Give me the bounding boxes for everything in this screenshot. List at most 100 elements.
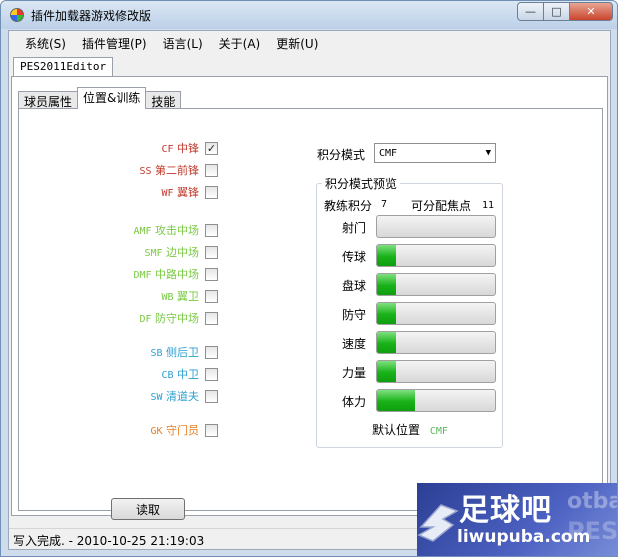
menu-about[interactable]: 关于(A): [211, 33, 269, 54]
position-checkbox-wb[interactable]: [205, 289, 218, 303]
position-abbr: DMF: [133, 270, 152, 281]
position-label: SS 第二前锋: [139, 162, 199, 178]
attribute-label: 盘球: [341, 279, 366, 293]
position-label: SW 清道夫: [150, 388, 199, 404]
tab-skills[interactable]: 技能: [145, 91, 182, 109]
menu-system[interactable]: 系统(S): [17, 33, 74, 54]
position-label: SMF 边中场: [144, 244, 199, 260]
position-row-df: DF 防守中场: [58, 310, 218, 326]
status-text: 写入完成. - 2010-10-25 21:19:03: [13, 534, 205, 548]
position-checkbox-sw[interactable]: [205, 389, 218, 403]
position-checkbox-gk[interactable]: [205, 423, 218, 437]
menu-bar: 系统(S) 插件管理(P) 语言(L) 关于(A) 更新(U): [9, 31, 610, 55]
close-button[interactable]: ✕: [569, 2, 613, 21]
position-row-smf: SMF 边中场: [58, 244, 218, 260]
position-checkbox-sb[interactable]: [205, 345, 218, 359]
attribute-progress-fill: [377, 361, 396, 382]
position-checkbox-dmf[interactable]: [205, 267, 218, 281]
tab-position-training[interactable]: 位置&训练: [77, 87, 147, 109]
position-label: GK 守门员: [150, 422, 199, 438]
default-position-value: CMF: [429, 426, 448, 437]
score-mode-label: 积分模式: [317, 148, 366, 162]
attribute-progress-bar: [376, 389, 496, 412]
position-row-cb: CB 中卫: [58, 366, 218, 382]
position-abbr: CB: [161, 370, 174, 381]
position-name: 边中场: [166, 246, 199, 259]
position-label: DF 防守中场: [139, 310, 199, 326]
position-checkbox-df[interactable]: [205, 311, 218, 325]
client-area: 系统(S) 插件管理(P) 语言(L) 关于(A) 更新(U) PES2011E…: [8, 30, 611, 550]
position-row-wb: WB 翼卫: [58, 288, 218, 304]
position-label: CF 中锋: [161, 140, 199, 156]
position-name: 防守中场: [155, 312, 199, 325]
default-position-label: 默认位置: [372, 423, 421, 437]
tab-player-attributes[interactable]: 球员属性: [18, 91, 79, 109]
menu-update[interactable]: 更新(U): [268, 33, 326, 54]
attribute-progress-fill: [377, 245, 396, 266]
tab-pes2011editor[interactable]: PES2011Editor: [13, 57, 114, 77]
position-name: 第二前锋: [155, 164, 199, 177]
attribute-progress-bar: [376, 215, 496, 238]
position-abbr: DF: [139, 314, 152, 325]
allocatable-label: 可分配焦点: [411, 199, 472, 213]
attribute-progress-bar: [376, 302, 496, 325]
position-checkbox-amf[interactable]: [205, 223, 218, 237]
position-name: 侧后卫: [166, 346, 199, 359]
position-checkbox-smf[interactable]: [205, 245, 218, 259]
position-checkbox-cb[interactable]: [205, 367, 218, 381]
position-row-wf: WF 翼锋: [58, 184, 218, 200]
position-abbr: SS: [139, 166, 152, 177]
position-row-amf: AMF 攻击中场: [58, 222, 218, 238]
attribute-progress-fill: [377, 390, 415, 411]
position-abbr: GK: [150, 426, 163, 437]
editor-panel: 球员属性 位置&训练 技能 CF 中锋 ✓ SS 第二前锋 WF 翼锋 AMF 攻击中场…: [11, 76, 608, 516]
position-name: 翼卫: [177, 290, 199, 303]
position-checkbox-cf[interactable]: ✓: [205, 141, 218, 155]
minimize-icon: —: [525, 5, 536, 18]
position-abbr: SW: [150, 392, 163, 403]
attribute-progress-bar: [376, 244, 496, 267]
position-label: AMF 攻击中场: [133, 222, 199, 238]
position-training-panel: CF 中锋 ✓ SS 第二前锋 WF 翼锋 AMF 攻击中场 SMF 边中场 DMF 中路中…: [18, 108, 603, 511]
attribute-label: 射门: [341, 221, 366, 235]
watermark-ghost-top: otba: [567, 489, 618, 514]
attribute-label: 力量: [341, 366, 366, 380]
attribute-label: 速度: [341, 337, 366, 351]
chevron-down-icon: ▼: [485, 148, 491, 158]
position-name: 攻击中场: [155, 224, 199, 237]
attribute-label: 防守: [341, 308, 366, 322]
menu-language[interactable]: 语言(L): [155, 33, 211, 54]
position-row-gk: GK 守门员: [58, 422, 218, 438]
position-name: 守门员: [166, 424, 199, 437]
position-checkbox-wf[interactable]: [205, 185, 218, 199]
position-name: 中路中场: [155, 268, 199, 281]
window-title: 插件加载器游戏修改版: [31, 9, 152, 23]
position-abbr: CF: [161, 144, 174, 155]
coach-points-label: 教练积分: [324, 199, 373, 213]
s-logo-icon: [417, 504, 459, 542]
position-checkbox-ss[interactable]: [205, 163, 218, 177]
position-name: 中卫: [177, 368, 199, 381]
check-icon: ✓: [206, 141, 217, 155]
attribute-progress-fill: [377, 332, 396, 353]
position-abbr: SB: [150, 348, 163, 359]
position-row-ss: SS 第二前锋: [58, 162, 218, 178]
editor-tabs: 球员属性 位置&训练 技能: [18, 87, 182, 109]
menu-plugin-manager[interactable]: 插件管理(P): [74, 33, 155, 54]
position-row-cf: CF 中锋 ✓: [58, 140, 218, 156]
attribute-progress-bar: [376, 360, 496, 383]
minimize-button[interactable]: —: [517, 2, 544, 21]
position-label: WF 翼锋: [161, 184, 199, 200]
attribute-progress-bar: [376, 273, 496, 296]
maximize-button[interactable]: □: [543, 2, 570, 21]
score-mode-select[interactable]: CMF ▼: [374, 143, 496, 163]
position-name: 中锋: [177, 142, 199, 155]
score-mode-value: CMF: [379, 147, 398, 159]
app-icon: [10, 8, 24, 22]
position-row-sb: SB 侧后卫: [58, 344, 218, 360]
position-label: CB 中卫: [161, 366, 199, 382]
read-button[interactable]: 读取: [111, 498, 185, 520]
watermark-url: liwupuba.com: [457, 527, 591, 547]
title-bar[interactable]: 插件加载器游戏修改版 — □ ✕: [1, 1, 617, 29]
watermark-logo: otba PES20 足球吧 liwupuba.com: [417, 483, 618, 556]
